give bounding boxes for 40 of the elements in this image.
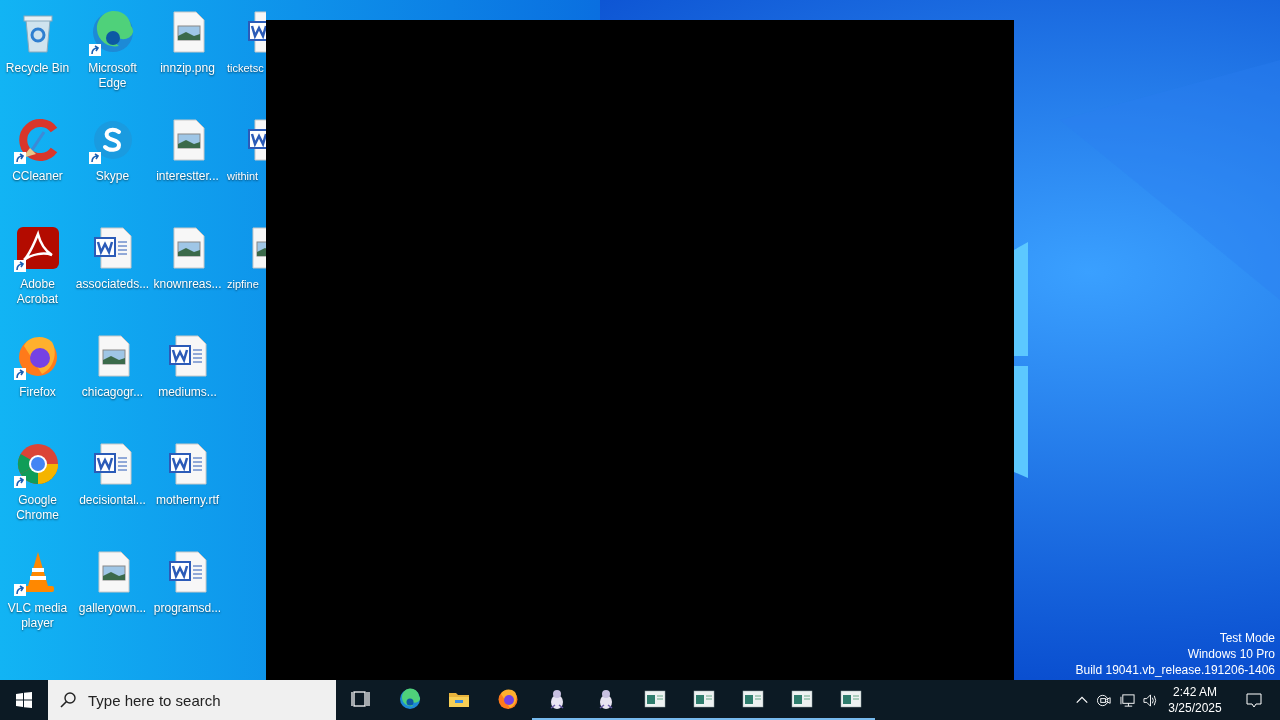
icon-label[interactable]: Skype [75,169,150,184]
edge-icon [397,687,422,711]
icon-label[interactable]: Recycle Bin [0,61,75,76]
icon-label[interactable]: ticketsc [225,61,264,76]
icon-label[interactable]: knownreas... [150,277,225,292]
clock-date: 3/25/2025 [1168,700,1222,716]
icon-label[interactable]: VLC media player [0,601,75,631]
icon-label[interactable]: withint [225,169,259,184]
icon-label[interactable]: CCleaner [0,169,75,184]
icon-label[interactable]: Firefox [0,385,75,400]
system-info-text: Test Mode [1219,630,1275,646]
window-icon [838,687,863,711]
system-info-text: Windows 10 Pro [1187,646,1275,662]
window-icon [691,687,716,711]
icon-label[interactable]: galleryown... [75,601,150,616]
icon-label[interactable]: mediums... [150,385,225,400]
window-icon [789,687,814,711]
search-icon [60,692,76,708]
icon-label[interactable]: chicagogr... [75,385,150,400]
speech-bubble-icon [1246,692,1262,708]
camera-icon[interactable] [1097,692,1112,708]
icon-label[interactable]: associateds... [75,277,150,292]
icon-label[interactable]: Google Chrome [0,493,75,523]
volume-icon[interactable] [1143,692,1158,708]
network-icon[interactable] [1120,692,1135,708]
icon-label[interactable]: interestter... [150,169,225,184]
clock-time: 2:42 AM [1173,684,1217,700]
icon-label[interactable]: motherny.rtf [150,493,225,508]
system-info-text: Build 19041.vb_release.191206-1406 [1075,662,1275,678]
windows-logo-icon [16,692,32,708]
window-icon [740,687,765,711]
icon-label[interactable]: Microsoft Edge [75,61,150,91]
clock[interactable]: 2:42 AM 3/25/2025 [1164,684,1226,716]
search-field[interactable]: Type here to search [48,680,336,720]
icon-label[interactable]: innzip.png [150,61,225,76]
icon-label[interactable]: Adobe Acrobat [0,277,75,307]
icon-label[interactable]: decisiontal... [75,493,150,508]
icon-label[interactable]: programsd... [150,601,225,616]
window-icon [642,687,667,711]
icon-label[interactable]: zipfine [225,277,259,292]
